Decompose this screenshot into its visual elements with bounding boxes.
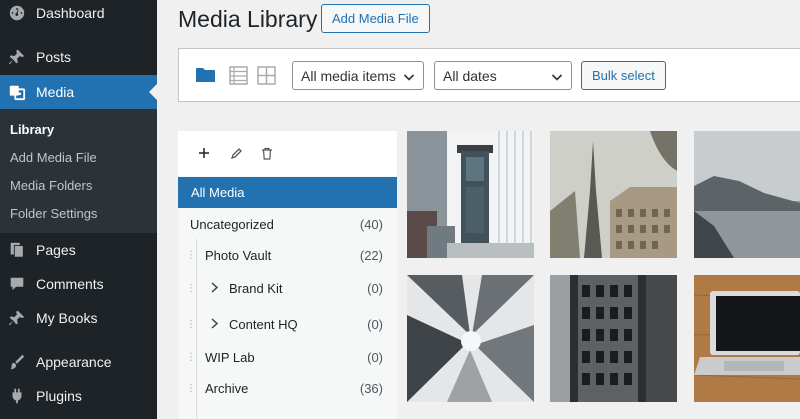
media-thumbnail-skyscrapers-up[interactable] [407, 275, 534, 402]
menu-plugins[interactable]: Plugins [0, 383, 157, 409]
drag-handle-icon[interactable]: ⋮ [186, 383, 196, 394]
plugin-icon [8, 387, 26, 405]
folder-label: Uncategorized [190, 216, 274, 232]
media-type-filter[interactable]: All media items [292, 61, 424, 90]
pin-icon [8, 48, 26, 66]
menu-label: Appearance [36, 354, 112, 370]
folder-count: (36) [359, 380, 383, 396]
folder-label: Archive [205, 380, 249, 396]
folder-view-icon[interactable] [195, 65, 215, 85]
chevron-right-icon[interactable] [210, 317, 219, 332]
drag-handle-icon[interactable]: ⋮ [186, 283, 196, 294]
pages-icon [8, 241, 26, 259]
menu-pages[interactable]: Pages [0, 237, 157, 263]
menu-my-books[interactable]: My Books [0, 305, 157, 331]
brush-icon [8, 353, 26, 371]
folder-uncategorized[interactable]: Uncategorized (40) [178, 208, 397, 240]
folder-photo-vault[interactable]: ⋮ Photo Vault (22) [178, 239, 397, 271]
folder-count: (0) [367, 349, 383, 365]
menu-label: Plugins [36, 388, 82, 404]
comments-icon [8, 275, 26, 293]
folder-wip-lab[interactable]: ⋮ WIP Lab (0) [178, 341, 397, 373]
menu-label: My Books [36, 310, 98, 326]
folder-count: (0) [367, 280, 383, 296]
media-thumbnail-eiffel-tower[interactable] [550, 131, 677, 258]
drag-handle-icon[interactable]: ⋮ [186, 319, 196, 330]
media-type-filter-value: All media items [301, 67, 396, 84]
submenu-library[interactable]: Library [10, 122, 54, 137]
add-media-file-button[interactable]: Add Media File [321, 4, 430, 33]
menu-media[interactable]: Media [0, 75, 157, 109]
folder-label: Photo Vault [205, 247, 272, 263]
folder-actions [178, 131, 397, 176]
menu-posts[interactable]: Posts [0, 44, 157, 70]
list-view-icon[interactable] [228, 65, 248, 85]
media-submenu: Library Add Media File Media Folders Fol… [0, 109, 157, 233]
dashboard-icon [8, 4, 26, 22]
folder-archive[interactable]: ⋮ Archive (36) [178, 372, 397, 404]
submenu-media-folders[interactable]: Media Folders [10, 178, 92, 193]
bulk-select-button[interactable]: Bulk select [581, 61, 666, 90]
folder-panel: All Media Uncategorized (40) ⋮ Photo Vau… [178, 131, 397, 419]
menu-label: Media [36, 84, 75, 100]
folder-label: WIP Lab [205, 349, 255, 365]
menu-label: Dashboard [36, 5, 105, 21]
folder-label: Content HQ [229, 316, 298, 332]
chevron-down-icon [403, 70, 415, 86]
date-filter-value: All dates [443, 67, 497, 84]
media-thumbnail-laptop[interactable] [694, 275, 800, 402]
page-title: Media Library [178, 6, 318, 32]
menu-label: Pages [36, 242, 76, 258]
submenu-folder-settings[interactable]: Folder Settings [10, 206, 97, 221]
add-folder-icon[interactable] [196, 145, 212, 161]
date-filter[interactable]: All dates [434, 61, 572, 90]
menu-dashboard[interactable]: Dashboard [0, 0, 157, 26]
folder-brand-kit[interactable]: ⋮ Brand Kit (0) [178, 272, 397, 304]
delete-folder-icon[interactable] [259, 145, 275, 161]
folder-all-media[interactable]: All Media [178, 177, 397, 208]
folder-content-hq[interactable]: ⋮ Content HQ (0) [178, 308, 397, 340]
media-thumbnail-coastline[interactable] [694, 131, 800, 258]
menu-label: Comments [36, 276, 104, 292]
drag-handle-icon[interactable]: ⋮ [186, 250, 196, 261]
folder-label: All Media [191, 185, 245, 200]
pin-icon [8, 309, 26, 327]
media-toolbar: All media items All dates Bulk select [178, 48, 800, 102]
rename-folder-icon[interactable] [228, 145, 244, 161]
drag-handle-icon[interactable]: ⋮ [186, 352, 196, 363]
chevron-right-icon[interactable] [210, 281, 219, 296]
folder-label: Brand Kit [229, 280, 283, 296]
submenu-add-media-file[interactable]: Add Media File [10, 150, 97, 165]
media-thumbnail-building-facade[interactable] [550, 275, 677, 402]
chevron-down-icon [551, 70, 563, 86]
media-icon [8, 83, 26, 101]
menu-label: Posts [36, 49, 72, 65]
folder-count: (0) [367, 316, 383, 332]
grid-view-icon[interactable] [256, 65, 276, 85]
folder-tree: All Media Uncategorized (40) ⋮ Photo Vau… [178, 176, 397, 419]
menu-appearance[interactable]: Appearance [0, 349, 157, 375]
folder-count: (40) [359, 216, 383, 232]
media-thumbnail-door[interactable] [407, 131, 534, 258]
admin-sidebar: Dashboard Posts Media Library Add Media … [0, 0, 157, 419]
menu-comments[interactable]: Comments [0, 271, 157, 297]
folder-count: (22) [359, 247, 383, 263]
